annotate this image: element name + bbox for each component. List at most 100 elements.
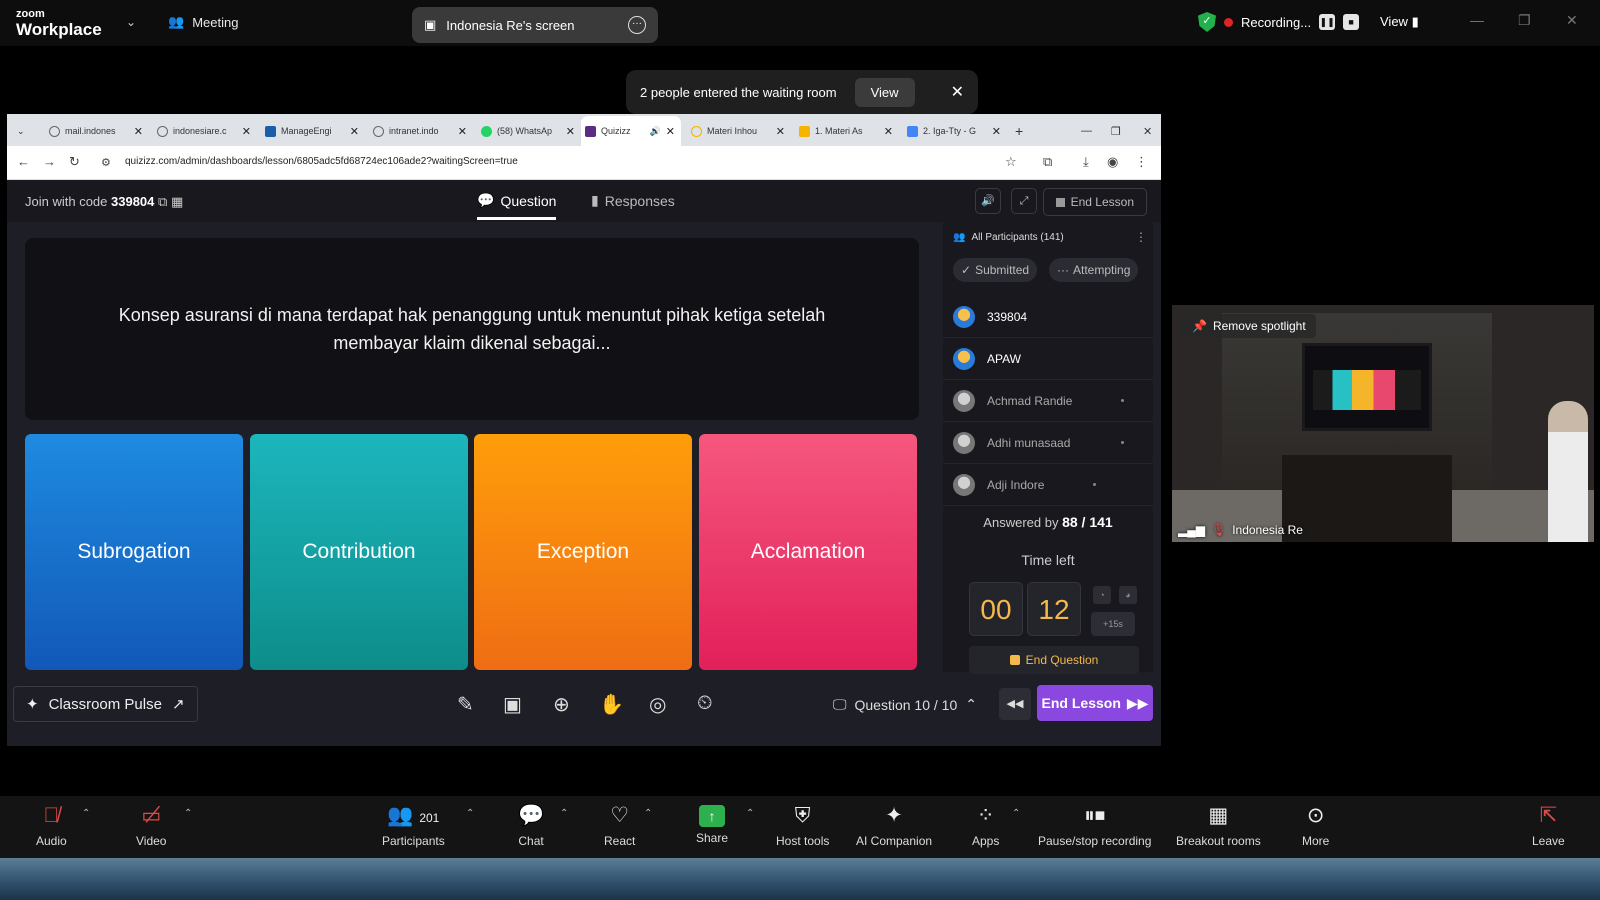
browser-tab[interactable]: 2. Iga-Tty - G ✕ (903, 118, 1007, 144)
chat-button[interactable]: 💬 Chat (518, 802, 544, 848)
forward-icon[interactable]: → (43, 154, 56, 169)
whiteboard-icon[interactable]: ▣ (503, 692, 522, 717)
question-counter[interactable]: 🖵 Question 10 / 10 ⌃ (833, 696, 977, 713)
download-icon[interactable]: ⤓ (1083, 154, 1089, 170)
react-caret-icon[interactable]: ⌃ (644, 808, 652, 819)
audio-button[interactable]: 🎙̸ Audio (36, 802, 67, 848)
participant-row[interactable]: Adji Indore (943, 464, 1153, 506)
answer-option-4[interactable]: Acclamation (699, 434, 917, 670)
panel-menu-icon[interactable]: ⋮ (1135, 230, 1147, 244)
maximize-icon[interactable]: ❐ (1518, 12, 1531, 29)
browser-menu-icon[interactable]: ⋮ (1135, 154, 1148, 170)
chat-caret-icon[interactable]: ⌃ (560, 808, 568, 819)
close-tab-icon[interactable]: ✕ (884, 125, 893, 138)
timer-lock-icon[interactable]: ◔ (1093, 586, 1111, 604)
apps-button[interactable]: ⁘ Apps (972, 802, 999, 848)
browser-tab[interactable]: (58) WhatsAp ✕ (477, 118, 581, 144)
participant-row[interactable]: APAW (943, 338, 1153, 380)
share-button[interactable]: ↑ Share (696, 802, 728, 845)
profile-icon[interactable]: ◉ (1107, 154, 1118, 170)
site-settings-icon[interactable]: ⚙ (101, 156, 111, 169)
minimize-icon[interactable]: — (1077, 118, 1092, 144)
volume-icon[interactable]: 🔊 (975, 188, 1001, 214)
close-tab-icon[interactable]: ✕ (350, 125, 359, 138)
add-time-button[interactable]: +15s (1091, 612, 1135, 636)
tab-question[interactable]: 💬 Question (477, 192, 557, 220)
close-tab-icon[interactable]: ✕ (776, 125, 785, 138)
participants-caret-icon[interactable]: ⌃ (466, 808, 474, 819)
browser-tab[interactable]: Materi Inhou ✕ (687, 118, 791, 144)
filter-submitted[interactable]: ✓ Submitted (953, 258, 1038, 282)
leave-button[interactable]: ⇱ Leave (1532, 802, 1565, 848)
timer-pause-icon[interactable]: ◕ (1119, 586, 1137, 604)
copy-icon[interactable]: ⧉ (158, 194, 167, 209)
browser-tab-active[interactable]: Quizizz 🔊 ✕ (581, 116, 681, 146)
close-tab-icon[interactable]: ✕ (992, 125, 1001, 138)
classroom-pulse-button[interactable]: ✦ Classroom Pulse ↗ (13, 686, 198, 722)
filter-attempting[interactable]: ··· Attempting (1049, 258, 1139, 282)
maximize-icon[interactable]: ❐ (1107, 118, 1121, 144)
browser-tab[interactable]: mail.indones ✕ (45, 118, 149, 144)
close-icon[interactable]: ✕ (951, 82, 964, 102)
browser-tab[interactable]: ManageEngi ✕ (261, 118, 365, 144)
participants-button[interactable]: 👥 201 Participants (382, 802, 445, 848)
breakout-rooms-button[interactable]: ▦ Breakout rooms (1176, 802, 1261, 848)
close-tab-icon[interactable]: ✕ (666, 125, 675, 138)
extensions-icon[interactable]: ⧉ (1043, 154, 1052, 170)
raise-hand-icon[interactable]: ✋ (599, 692, 624, 717)
reload-icon[interactable]: ↻ (69, 154, 80, 170)
share-caret-icon[interactable]: ⌃ (746, 808, 754, 819)
end-question-button[interactable]: End Question (969, 646, 1139, 674)
new-tab-button[interactable]: + (1011, 118, 1023, 144)
host-tools-button[interactable]: ⛨ Host tools (776, 802, 829, 848)
tab-list-chevron-icon[interactable]: ⌄ (13, 118, 35, 144)
spinner-icon[interactable]: ◎ (649, 692, 666, 717)
spotlight-video[interactable]: 📌 Remove spotlight ▂▄▆ 🎙 Indonesia Re (1172, 305, 1594, 542)
answer-option-2[interactable]: Contribution (250, 434, 468, 670)
participant-row[interactable]: Adhi munasaad (943, 422, 1153, 464)
view-waiting-room-button[interactable]: View (854, 77, 915, 107)
close-tab-icon[interactable]: ✕ (566, 125, 575, 138)
video-button[interactable]: ▭̸ Video (136, 802, 166, 848)
tab-responses[interactable]: ▮ Responses (591, 192, 675, 209)
fullscreen-icon[interactable]: ⤢ (1011, 188, 1037, 214)
participant-row[interactable]: 339804 (943, 296, 1153, 338)
browser-tab[interactable]: intranet.indo ✕ (369, 118, 473, 144)
qr-code-icon[interactable]: ▦ (171, 194, 183, 209)
previous-question-button[interactable]: ◀◀ (999, 688, 1031, 720)
back-icon[interactable]: ← (17, 154, 30, 169)
apps-caret-icon[interactable]: ⌃ (1012, 808, 1020, 819)
pen-icon[interactable]: ✎ (457, 692, 474, 717)
view-menu[interactable]: View ▮ (1380, 14, 1419, 30)
end-lesson-top-button[interactable]: End Lesson (1042, 188, 1147, 216)
encryption-shield-icon[interactable]: ✓ (1198, 12, 1216, 32)
close-tab-icon[interactable]: ✕ (458, 125, 467, 138)
url-field[interactable]: quizizz.com/admin/dashboards/lesson/6805… (125, 156, 518, 167)
close-icon[interactable]: ✕ (1139, 118, 1152, 144)
more-button[interactable]: ⊙ More (1302, 802, 1329, 848)
timer-icon[interactable]: ⏲ (697, 692, 713, 715)
answer-option-3[interactable]: Exception (474, 434, 692, 670)
answer-option-1[interactable]: Subrogation (25, 434, 243, 670)
meeting-menu[interactable]: 👥 Meeting (168, 14, 238, 30)
pause-stop-recording-button[interactable]: ⏸⏹ Pause/stop recording (1038, 802, 1151, 848)
ai-companion-button[interactable]: ✦ AI Companion (856, 802, 932, 848)
pause-recording-button[interactable]: ❚❚ (1319, 14, 1336, 30)
video-options-caret-icon[interactable]: ⌃ (184, 808, 192, 819)
chevron-down-icon[interactable]: ⌄ (126, 15, 136, 29)
audio-options-caret-icon[interactable]: ⌃ (82, 808, 90, 819)
react-button[interactable]: ♡ React (604, 802, 635, 848)
browser-tab[interactable]: 1. Materi As ✕ (795, 118, 899, 144)
end-lesson-button[interactable]: End Lesson ▶▶ (1037, 685, 1153, 721)
browser-tab[interactable]: indonesiare.c ✕ (153, 118, 257, 144)
stop-recording-button[interactable]: ■ (1343, 14, 1360, 30)
more-options-icon[interactable]: ··· (628, 16, 646, 34)
add-icon[interactable]: ⊕ (553, 692, 570, 717)
close-icon[interactable]: ✕ (1566, 12, 1578, 29)
remove-spotlight-button[interactable]: 📌 Remove spotlight (1182, 314, 1316, 338)
bookmark-star-icon[interactable]: ☆ (1005, 154, 1017, 170)
minimize-icon[interactable]: — (1470, 12, 1484, 28)
participant-row[interactable]: Achmad Randie (943, 380, 1153, 422)
screen-share-pill[interactable]: ▣ Indonesia Re's screen ··· (412, 7, 658, 43)
close-tab-icon[interactable]: ✕ (134, 125, 143, 138)
